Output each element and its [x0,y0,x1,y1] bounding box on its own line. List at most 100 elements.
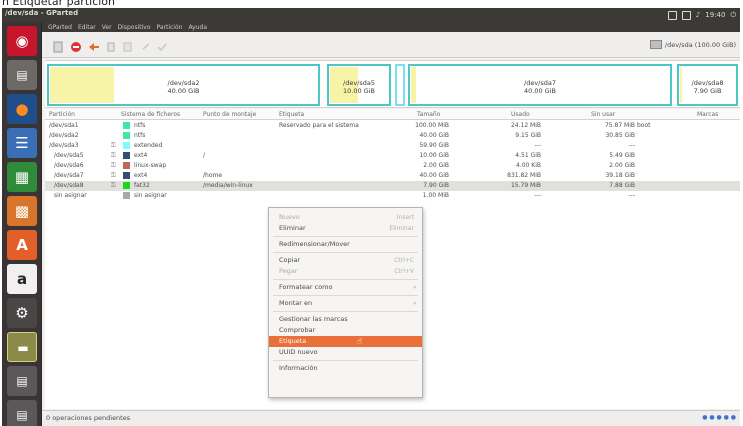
device-selector-label: /dev/sda (100.00 GiB) [664,40,736,49]
map-block-sda5[interactable]: /dev/sda5 10.00 GiB [327,64,391,106]
table-row[interactable]: /dev/sda5 ext4 / 10.00 GiB 4.51 GiB 5.49 GiB ⚿ [45,151,740,161]
menu-item-informacion[interactable]: Información [269,363,422,374]
cell-filesystem: sin asignar [134,192,167,199]
power-icon[interactable]: ⏻ [730,11,736,20]
col-punto-montaje[interactable]: Punto de montaje [203,111,256,118]
files-icon[interactable]: ▤ [7,60,37,90]
col-sistema-ficheros[interactable]: Sistema de ficheros [121,111,180,118]
amazon-icon[interactable]: a [7,264,37,294]
submenu-arrow-icon: › [413,300,416,307]
menu-item-eliminar[interactable]: Eliminar Eliminar [269,223,422,234]
submenu-arrow-icon: › [413,284,416,291]
table-row[interactable]: sin asignar sin asignar 1.00 MiB --- --- [45,191,740,201]
firefox-icon[interactable]: ● [7,94,37,124]
disk-icon [649,40,662,49]
impress-icon[interactable]: ▩ [7,196,37,226]
table-row[interactable]: /dev/sda2 ntfs 40.00 GiB 9.15 GiB 30.85 GiB [45,131,740,141]
network-icon[interactable] [681,10,691,20]
menu-item-nuevo[interactable]: Nuevo Insert [269,212,422,223]
table-row[interactable]: /dev/sda7 ext4/home 40.00 GiB 831.82 MiB 39.… [45,171,740,181]
menu-item-montar-en[interactable]: Montar en › [269,298,422,309]
menu-item-copiar[interactable]: Copiar Ctrl+C [269,255,422,266]
cell-size: 40.00 GiB [419,132,449,139]
menu-item-label: Pegar [279,267,298,275]
cell-size: 40.00 GiB [419,172,449,179]
apply-icon[interactable] [156,38,168,52]
device-selector[interactable]: /dev/sda (100.00 GiB) [649,38,736,51]
filesystem-color-swatch [123,182,130,189]
context-menu: Nuevo Insert Eliminar Eliminar Redimensionar… [268,207,423,398]
col-usado[interactable]: Usado [511,111,530,118]
table-row[interactable]: /dev/sda8 fat32/media/win-linux 7.90 GiB 15… [45,181,740,191]
undo-icon[interactable] [140,38,152,50]
calc-icon[interactable]: ▦ [7,162,37,192]
menu-item-etiqueta[interactable]: Etiqueta ☝ [269,336,422,347]
filesystem-color-swatch [123,142,130,149]
menu-item-label: Eliminar [279,224,306,232]
cell-size: 100.00 MiB [415,122,449,129]
map-block-sda2[interactable]: /dev/sda2 40.00 GiB [47,64,320,106]
cell-filesystem: ext4 [134,172,148,179]
col-marcas[interactable]: Marcas [697,111,718,118]
map-block-sda8[interactable]: /dev/sda8 7.90 GiB [677,64,738,106]
paste-icon[interactable] [122,38,134,52]
map-block-sda6[interactable] [395,64,405,106]
menu-item-formatear-como[interactable]: Formatear como › [269,282,422,293]
map-block-label: /dev/sda8 7.90 GiB [691,79,724,95]
clock[interactable]: 19:40 [705,11,725,19]
cell-filesystem: ntfs [134,122,146,129]
menu-bar: GParted Editar Ver Dispositivo Partición… [2,22,740,32]
table-header: Partición Sistema de ficheros Punto de m… [45,109,740,120]
cell-partition: /dev/sda8 [54,182,84,189]
resize-icon[interactable] [88,38,100,51]
cell-unused: --- [628,192,636,199]
menu-particion[interactable]: Partición [157,24,183,31]
toolbar: /dev/sda (100.00 GiB) [42,32,740,58]
menu-gparted[interactable]: GParted [48,24,72,31]
delete-icon[interactable] [70,38,82,52]
menu-ayuda[interactable]: Ayuda [188,24,207,31]
table-row[interactable]: /dev/sda1 ntfs Reservado para el sistema 10… [45,121,740,131]
menu-item-label: Información [279,364,318,372]
copy-icon[interactable] [106,38,118,52]
col-particion[interactable]: Partición [49,111,75,118]
menu-item-uuid-nuevo[interactable]: UUID nuevo [269,347,422,358]
keyboard-icon[interactable] [667,10,677,20]
menu-dispositivo[interactable]: Dispositivo [118,24,151,31]
writer-icon[interactable]: ☰ [7,128,37,158]
settings-icon[interactable]: ⚙ [7,298,37,328]
col-sin-usar[interactable]: Sin usar [591,111,615,118]
ubuntu-dash-icon[interactable]: ◉ [7,26,37,56]
menu-accelerator: Insert [396,214,414,221]
table-row[interactable]: /dev/sda6 linux-swap 2.00 GiB 4.00 KiB 2.00 … [45,161,740,171]
filesystem-color-swatch [123,152,130,159]
cell-used: 15.79 MiB [510,182,541,189]
cell-used: 831.82 MiB [507,172,541,179]
window-tray-icons: ● ● ● ● ● [702,414,736,421]
gparted-icon[interactable]: ▬ [7,332,37,362]
trash-icon[interactable]: ▤ [7,400,37,426]
menu-item-comprobar[interactable]: Comprobar [269,325,422,336]
disk-icon[interactable]: ▤ [7,366,37,396]
menu-ver[interactable]: Ver [102,24,112,31]
menu-separator [273,279,418,280]
cell-unused: 7.88 GiB [609,182,635,189]
menu-item-redimensionar-mover[interactable]: Redimensionar/Mover [269,239,422,250]
software-center-icon[interactable]: A [7,230,37,260]
menu-separator [273,295,418,296]
col-etiqueta[interactable]: Etiqueta [279,111,304,118]
menu-separator [273,360,418,361]
cell-partition: sin asignar [54,192,87,199]
cell-unused: 5.49 GiB [609,152,635,159]
volume-icon[interactable]: ♪ [696,11,700,19]
menu-item-pegar[interactable]: Pegar Ctrl+V [269,266,422,277]
map-block-sda7[interactable]: /dev/sda7 40.00 GiB [408,64,672,106]
cell-size: 1.00 MiB [422,192,449,199]
cell-partition: /dev/sda6 [54,162,84,169]
table-row[interactable]: /dev/sda3 extended 59.90 GiB --- --- ⚿ [45,141,740,151]
menu-item-gestionar-las-marcas[interactable]: Gestionar las marcas [269,314,422,325]
col-tamano[interactable]: Tamaño [417,111,440,118]
key-icon: ⚿ [111,162,116,169]
menu-editar[interactable]: Editar [78,24,96,31]
new-icon[interactable] [52,38,64,53]
